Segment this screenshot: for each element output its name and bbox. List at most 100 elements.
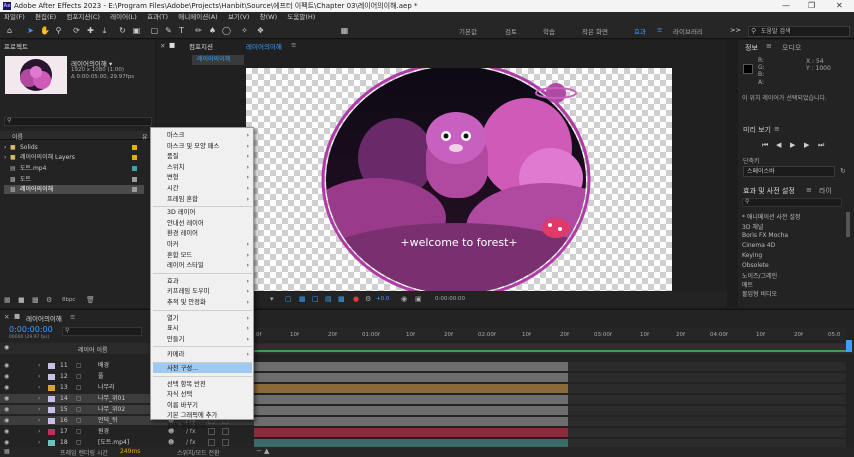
menu-window[interactable]: 창(W) (260, 13, 277, 21)
prev-frame-icon[interactable]: ◀ (776, 141, 781, 149)
timeline-layer-row[interactable]: ◉ › 18 ▢ [도트.mp4] ☻ / fx (0, 438, 254, 447)
rotate-tool-icon[interactable]: ↻ (118, 26, 127, 35)
comp-tab-name[interactable]: 레이어의이해 (246, 41, 282, 51)
context-menu-item[interactable]: 3D 레이어 (167, 208, 253, 217)
info-tab[interactable]: 정보 (745, 43, 758, 53)
effect-category[interactable]: Keying (742, 252, 762, 259)
adjustment-checkbox[interactable] (222, 439, 229, 446)
context-menu-item[interactable]: 장면 편집 감지... (167, 422, 253, 431)
context-menu-item[interactable]: 자식 선택 (167, 390, 253, 399)
label-swatch[interactable] (48, 374, 55, 380)
brush-tool-icon[interactable]: ✏ (194, 26, 203, 35)
composition-canvas[interactable]: +welcome to forest+ (246, 61, 672, 299)
audio-tab[interactable]: 오디오 (782, 43, 801, 53)
timeline-track-empty[interactable] (568, 428, 846, 437)
chevron-right-icon[interactable]: › (38, 361, 40, 370)
eye-icon[interactable]: ◉ (4, 427, 9, 436)
timeline-track-empty[interactable] (568, 395, 846, 404)
context-menu-item[interactable]: 이름 바꾸기 (167, 401, 253, 410)
color-channels-icon[interactable]: ● (353, 295, 359, 303)
new-comp-icon[interactable]: ▩ (32, 296, 39, 304)
motion-blur-checkbox[interactable] (208, 439, 215, 446)
chevron-right-icon[interactable]: › (38, 438, 40, 447)
layer-name[interactable]: [도트.mp4] (98, 438, 129, 447)
region-of-interest-icon[interactable]: ▢ (285, 295, 292, 303)
chevron-right-icon[interactable]: › (38, 405, 40, 414)
first-frame-icon[interactable]: ⏮ (762, 141, 768, 150)
maximize-button[interactable]: ❐ (808, 0, 815, 12)
pen-tool-icon[interactable]: ✎ (164, 26, 173, 35)
close-icon[interactable]: ✕ (160, 42, 165, 50)
column-layer-name[interactable]: 레이어 이름 (78, 345, 108, 354)
layer-duration-bar[interactable] (254, 406, 568, 415)
chevron-right-icon[interactable]: › (4, 143, 6, 152)
time-ruler[interactable]: 0f 10f 20f 01:00f 10f 20f 02:00f 10f 20f… (254, 328, 846, 340)
rectangle-tool-icon[interactable]: ▢ (150, 26, 159, 35)
layer-duration-bar[interactable] (254, 428, 568, 437)
chevron-right-icon[interactable]: › (38, 383, 40, 392)
effects-search-input[interactable] (742, 198, 842, 207)
layer-duration-bar[interactable] (254, 373, 568, 382)
context-menu-item[interactable]: 스위치 › (167, 163, 253, 172)
menu-composition[interactable]: 컴포지션(C) (66, 13, 100, 21)
chevron-right-icon[interactable]: › (4, 153, 6, 162)
interpret-footage-icon[interactable]: ▦ (4, 296, 11, 304)
workspace-default[interactable]: 기본값 (459, 26, 477, 36)
menu-layer[interactable]: 레이어(L) (110, 13, 137, 21)
bit-depth[interactable]: 8bpc (62, 297, 76, 303)
menu-effect[interactable]: 효과(T) (147, 13, 168, 21)
context-menu-item[interactable]: 품질 › (167, 152, 253, 161)
reset-icon[interactable]: ↻ (840, 167, 846, 175)
workspace-small-screen[interactable]: 작은 화면 (582, 26, 608, 36)
layer-duration-bar[interactable] (254, 362, 568, 371)
clone-stamp-tool-icon[interactable]: ♠ (208, 26, 217, 35)
label-swatch[interactable] (48, 363, 55, 369)
menu-edit[interactable]: 편집(E) (35, 13, 56, 21)
effects-menu-icon[interactable]: ≡ (806, 186, 812, 194)
eye-icon[interactable]: ◉ (4, 416, 9, 425)
workspace-effects[interactable]: 효과 (634, 26, 646, 36)
help-search-input[interactable]: 도움말 검색 (748, 26, 850, 37)
effect-category[interactable]: * 애니메이션 사전 설정 (742, 212, 800, 221)
effect-category[interactable]: Cinema 4D (742, 242, 775, 249)
switch-mode-toggle[interactable]: 스위치/모드 전환 (177, 448, 220, 457)
close-icon[interactable]: ✕ (4, 313, 9, 321)
project-item[interactable]: ▩ 레이어의이해 (4, 185, 144, 194)
layer-duration-bar[interactable] (254, 395, 568, 404)
preview-tab[interactable]: 미리 보기 (743, 125, 771, 135)
context-menu-item[interactable]: 만들기 › (167, 335, 253, 344)
context-menu-item[interactable]: 선택 항목 반전 (167, 380, 253, 389)
transparency-grid-icon[interactable]: ▦ (299, 295, 306, 303)
chevron-right-icon[interactable]: › (38, 372, 40, 381)
workspace-learn[interactable]: 학습 (543, 26, 555, 36)
workspace-libraries[interactable]: 라이브러리 (673, 26, 703, 36)
current-time-indicator[interactable] (846, 340, 852, 352)
shortcut-select[interactable]: 스페이스바 (743, 166, 835, 177)
label-swatch[interactable] (48, 440, 55, 446)
project-search-input[interactable] (4, 117, 152, 126)
timeline-track-empty[interactable] (568, 406, 846, 415)
context-menu-item[interactable]: 마스크 및 모양 패스 › (167, 142, 253, 151)
play-icon[interactable]: ▶ (790, 141, 795, 149)
lock-icon[interactable]: ■ (169, 41, 175, 49)
eye-icon[interactable]: ◉ (4, 383, 9, 392)
project-item[interactable]: › ■ Solids (4, 143, 144, 152)
snapping-icon[interactable]: ▦ (340, 26, 349, 35)
menu-help[interactable]: 도움말(H) (287, 13, 315, 21)
minimize-button[interactable]: — (782, 0, 790, 12)
orbit-tool-icon[interactable]: ⟳ (72, 26, 81, 35)
layer-duration-bar[interactable] (254, 384, 568, 393)
eye-icon[interactable]: ◉ (4, 405, 9, 414)
project-item[interactable]: ▩ 도트 (4, 175, 144, 184)
menu-file[interactable]: 파일(F) (4, 13, 25, 21)
next-frame-icon[interactable]: ▶ (804, 141, 809, 149)
timeline-track-empty[interactable] (568, 373, 846, 382)
new-folder-icon[interactable]: ■ (18, 296, 25, 304)
context-menu-item[interactable]: 레이어 스타일 › (167, 261, 253, 270)
label-swatch[interactable] (48, 418, 55, 424)
grid-icon[interactable]: ▩ (338, 295, 345, 303)
timeline-track-empty[interactable] (568, 362, 846, 371)
zoom-tool-icon[interactable]: ⚲ (54, 26, 63, 35)
layer-name[interactable]: 풀 (98, 372, 104, 381)
project-tab[interactable]: 프로젝트 (4, 41, 28, 51)
